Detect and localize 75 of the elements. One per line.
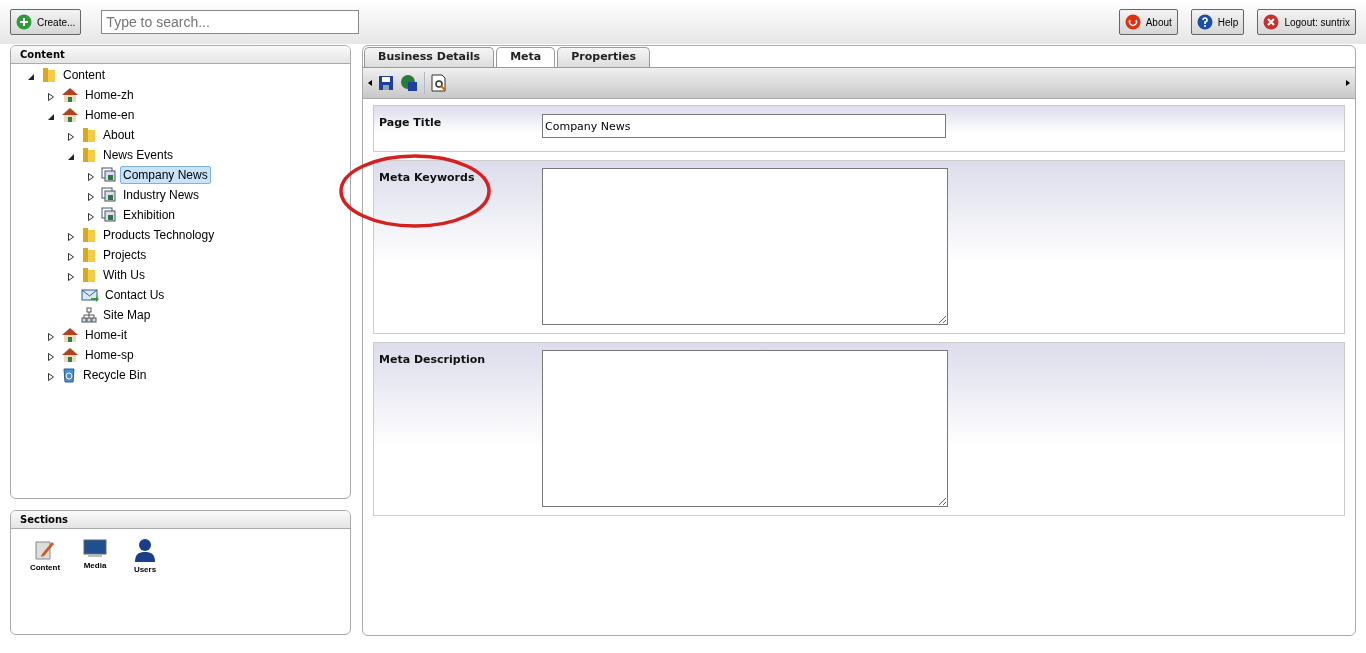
expand-arrow-icon[interactable] [47,332,55,341]
folder-icon [41,67,57,83]
tree-item[interactable]: Home-sp [82,346,137,364]
tree-item[interactable]: Site Map [100,306,154,324]
monitor-icon [83,538,107,558]
power-icon [1124,14,1141,30]
folder-icon [81,147,97,163]
tree-item[interactable]: Recycle Bin [80,366,150,384]
pages-icon [101,207,117,223]
close-icon [1263,14,1280,30]
field-label: Meta Keywords [379,171,475,184]
expand-arrow-icon[interactable] [87,212,95,221]
collapse-arrow-icon[interactable] [27,72,35,81]
section-link[interactable]: Media [83,561,107,570]
house-icon [61,87,79,103]
tree-item[interactable]: Contact Us [102,286,168,304]
house-icon [61,327,79,343]
tab[interactable]: Business Details [364,47,495,67]
search-field[interactable]: Type to search... [101,10,360,34]
field-label: Meta Description [379,353,486,366]
envelope-icon [81,287,99,303]
expand-arrow-icon[interactable] [67,252,75,261]
section-link[interactable]: Content [29,563,61,572]
preview-icon[interactable] [431,74,447,92]
input-field[interactable]: Company News [542,114,946,138]
expand-arrow-icon[interactable] [47,352,55,361]
collapse-arrow-icon[interactable] [67,152,75,161]
recycle-bin-icon [61,367,77,383]
help-icon [1196,14,1213,30]
scroll-right-icon[interactable] [1346,80,1350,86]
scroll-left-icon[interactable] [368,80,372,86]
expand-arrow-icon[interactable] [67,232,75,241]
save-icon[interactable] [378,75,394,91]
panel-title: Content [11,46,350,64]
tree-item[interactable]: News Events [100,146,177,164]
pages-icon [101,167,117,183]
globe-save-icon[interactable] [400,74,418,92]
expand-arrow-icon[interactable] [47,92,55,101]
tree-item[interactable]: Projects [100,246,150,264]
header-button[interactable]: About [1118,9,1178,35]
tree-item[interactable]: Home-zh [82,86,137,104]
header-button[interactable]: Help [1190,9,1245,35]
folder-icon [81,227,97,243]
pencil-document-icon [34,538,56,560]
tree-item[interactable]: Products Technology [100,226,218,244]
panel-title: Sections [11,511,350,529]
tree-item[interactable]: With Us [100,266,148,284]
plus-icon [16,14,32,30]
house-icon [61,347,79,363]
folder-icon [81,267,97,283]
field-label: Page Title [379,116,442,129]
pages-icon [101,187,117,203]
tree-item[interactable]: Industry News [120,186,203,204]
tree-item[interactable]: Content [60,66,109,84]
tab[interactable]: Properties [557,47,651,67]
expand-arrow-icon[interactable] [87,172,95,181]
tree-item[interactable]: Exhibition [120,206,179,224]
tab[interactable]: Meta [496,47,556,67]
folder-icon [81,247,97,263]
expand-arrow-icon[interactable] [67,272,75,281]
expand-arrow-icon[interactable] [67,132,75,141]
user-icon [134,538,156,562]
sitemap-icon [81,307,97,323]
header-button[interactable]: Logout: suntrix [1257,9,1356,35]
tree-item[interactable]: Company News [120,166,211,184]
tree-item[interactable]: About [100,126,138,144]
expand-arrow-icon[interactable] [47,372,55,381]
collapse-arrow-icon[interactable] [47,112,55,121]
create-button[interactable]: Create... [10,9,82,35]
house-icon [61,107,79,123]
tree-item[interactable]: Home-it [82,326,130,344]
tree-item[interactable]: Home-en [82,106,138,124]
section-link[interactable]: Users [133,565,157,574]
expand-arrow-icon[interactable] [87,192,95,201]
folder-icon [81,127,97,143]
